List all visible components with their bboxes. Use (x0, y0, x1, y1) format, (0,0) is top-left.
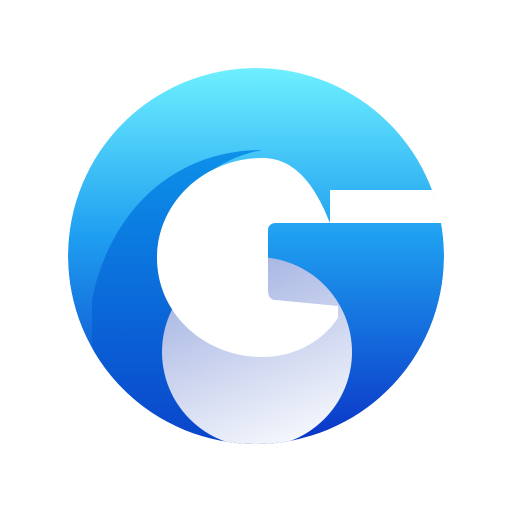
g-letter-logo-icon (68, 68, 445, 444)
app-logo (0, 0, 512, 512)
logo-opening (330, 192, 445, 223)
